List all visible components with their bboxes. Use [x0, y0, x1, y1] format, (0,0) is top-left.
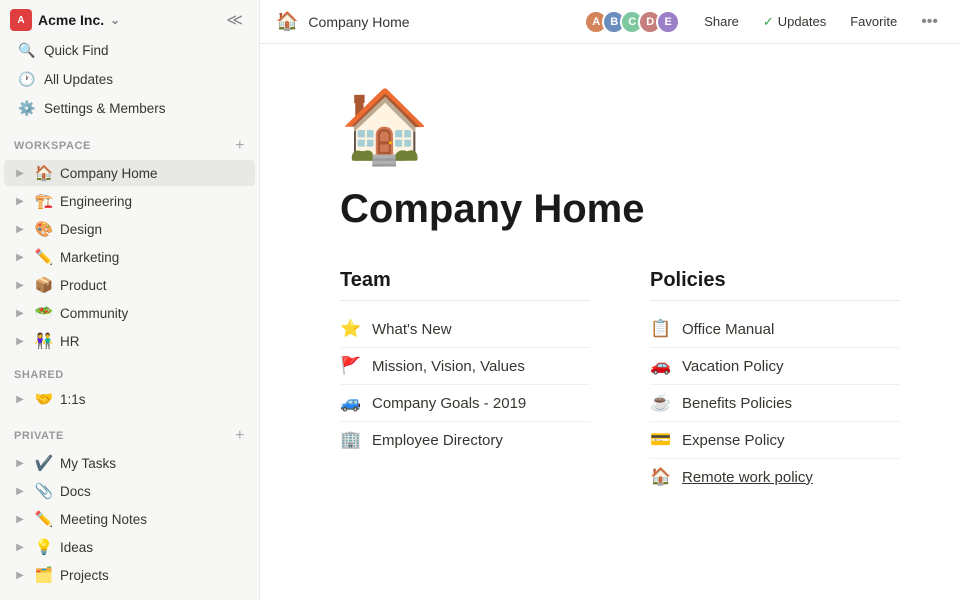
- list-item[interactable]: ☕ Benefits Policies: [650, 385, 900, 422]
- search-icon: 🔍: [18, 42, 36, 59]
- sidebar-item-my-tasks[interactable]: ▶ ✔️ My Tasks: [4, 450, 255, 476]
- coffee-icon: ☕: [650, 393, 672, 413]
- quick-find-button[interactable]: 🔍 Quick Find: [6, 37, 253, 64]
- workspace-logo: A: [10, 9, 32, 31]
- star-icon: ⭐: [340, 319, 362, 339]
- list-item[interactable]: 🏢 Employee Directory: [340, 422, 590, 458]
- list-item[interactable]: 🚗 Vacation Policy: [650, 348, 900, 385]
- favorite-button[interactable]: Favorite: [844, 11, 903, 32]
- gear-icon: ⚙️: [18, 100, 36, 117]
- chevron-right-icon: ▶: [12, 570, 28, 581]
- share-button[interactable]: Share: [698, 11, 745, 32]
- creditcard-icon: 💳: [650, 430, 672, 450]
- office-manual-link[interactable]: Office Manual: [682, 321, 774, 338]
- team-list: ⭐ What's New 🚩 Mission, Vision, Values 🚙…: [340, 311, 590, 458]
- updates-button[interactable]: ✓ Updates: [757, 11, 832, 33]
- sidebar-item-marketing[interactable]: ▶ ✏️ Marketing: [4, 244, 255, 270]
- chevron-right-icon: ▶: [12, 514, 28, 525]
- sidebar: A Acme Inc. ⌄ ≪ 🔍 Quick Find 🕐 All Updat…: [0, 0, 260, 600]
- page-header-title: Company Home: [308, 14, 580, 30]
- more-options-button[interactable]: •••: [915, 10, 944, 34]
- page-title: Company Home: [340, 185, 900, 233]
- collaborator-avatars: A B C D E: [590, 10, 680, 34]
- clock-icon: 🕐: [18, 71, 36, 88]
- mission-link[interactable]: Mission, Vision, Values: [372, 358, 525, 375]
- list-item[interactable]: 🚩 Mission, Vision, Values: [340, 348, 590, 385]
- employee-directory-link[interactable]: Employee Directory: [372, 432, 503, 449]
- sidebar-item-design[interactable]: ▶ 🎨 Design: [4, 216, 255, 242]
- list-item[interactable]: ⭐ What's New: [340, 311, 590, 348]
- settings-button[interactable]: ⚙️ Settings & Members: [6, 95, 253, 122]
- sidebar-item-company-home[interactable]: ▶ 🏠 Company Home: [4, 160, 255, 186]
- sidebar-item-engineering[interactable]: ▶ 🏗️ Engineering: [4, 188, 255, 214]
- sidebar-item-hr[interactable]: ▶ 👫 HR: [4, 328, 255, 354]
- header-actions: Share ✓ Updates Favorite •••: [698, 10, 944, 34]
- chevron-right-icon: ▶: [12, 196, 28, 207]
- workspace-section-label: WORKSPACE +: [0, 123, 259, 159]
- avatar: E: [656, 10, 680, 34]
- team-section: Team ⭐ What's New 🚩 Mission, Vision, Val…: [340, 269, 590, 495]
- chevron-right-icon: ▶: [12, 458, 28, 469]
- benefits-policies-link[interactable]: Benefits Policies: [682, 395, 792, 412]
- sidebar-item-product[interactable]: ▶ 📦 Product: [4, 272, 255, 298]
- vacation-policy-link[interactable]: Vacation Policy: [682, 358, 783, 375]
- collapse-sidebar-button[interactable]: ≪: [220, 8, 249, 32]
- check-icon: ✓: [763, 14, 774, 30]
- sidebar-item-docs[interactable]: ▶ 📎 Docs: [4, 478, 255, 504]
- expense-policy-link[interactable]: Expense Policy: [682, 432, 785, 449]
- chevron-right-icon: ▶: [12, 336, 28, 347]
- chevron-right-icon: ▶: [12, 252, 28, 263]
- policies-list: 📋 Office Manual 🚗 Vacation Policy ☕ Bene…: [650, 311, 900, 495]
- sidebar-header: A Acme Inc. ⌄ ≪: [0, 0, 259, 36]
- clipboard-icon: 📋: [650, 319, 672, 339]
- flag-icon: 🚩: [340, 356, 362, 376]
- chevron-right-icon: ▶: [12, 486, 28, 497]
- all-updates-button[interactable]: 🕐 All Updates: [6, 66, 253, 93]
- list-item[interactable]: 🏠 Remote work policy: [650, 459, 900, 495]
- list-item[interactable]: 💳 Expense Policy: [650, 422, 900, 459]
- page-header-icon: 🏠: [276, 11, 298, 32]
- page-body: 🏠 Company Home Team ⭐ What's New 🚩 Missi…: [260, 44, 960, 600]
- team-heading: Team: [340, 269, 590, 301]
- add-private-item-button[interactable]: +: [235, 427, 245, 445]
- sidebar-item-community[interactable]: ▶ 🥗 Community: [4, 300, 255, 326]
- page-header: 🏠 Company Home A B C D E Share ✓ Updates…: [260, 0, 960, 44]
- workspace-chevron-icon: ⌄: [110, 13, 120, 27]
- private-section-label: PRIVATE +: [0, 413, 259, 449]
- list-item[interactable]: 🚙 Company Goals - 2019: [340, 385, 590, 422]
- house2-icon: 🏠: [650, 467, 672, 487]
- chevron-right-icon: ▶: [12, 168, 28, 179]
- policies-heading: Policies: [650, 269, 900, 301]
- chevron-right-icon: ▶: [12, 280, 28, 291]
- shared-section-label: SHARED: [0, 355, 259, 385]
- building-icon: 🏢: [340, 430, 362, 450]
- ellipsis-icon: •••: [921, 13, 938, 31]
- workspace-name[interactable]: A Acme Inc. ⌄: [10, 9, 120, 31]
- chevron-right-icon: ▶: [12, 308, 28, 319]
- content-grid: Team ⭐ What's New 🚩 Mission, Vision, Val…: [340, 269, 900, 495]
- company-goals-link[interactable]: Company Goals - 2019: [372, 395, 526, 412]
- policies-section: Policies 📋 Office Manual 🚗 Vacation Poli…: [650, 269, 900, 495]
- main-content: 🏠 Company Home A B C D E Share ✓ Updates…: [260, 0, 960, 600]
- page-cover-icon: 🏠: [340, 84, 900, 169]
- sidebar-item-meeting-notes[interactable]: ▶ ✏️ Meeting Notes: [4, 506, 255, 532]
- sidebar-item-projects[interactable]: ▶ 🗂️ Projects: [4, 562, 255, 588]
- chevron-right-icon: ▶: [12, 542, 28, 553]
- sidebar-item-1on1s[interactable]: ▶ 🤝 1:1s: [4, 386, 255, 412]
- chevron-right-icon: ▶: [12, 224, 28, 235]
- car-icon: 🚙: [340, 393, 362, 413]
- list-item[interactable]: 📋 Office Manual: [650, 311, 900, 348]
- add-workspace-item-button[interactable]: +: [235, 137, 245, 155]
- chevron-right-icon: ▶: [12, 394, 28, 405]
- sidebar-item-ideas[interactable]: ▶ 💡 Ideas: [4, 534, 255, 560]
- car2-icon: 🚗: [650, 356, 672, 376]
- remote-work-link[interactable]: Remote work policy: [682, 469, 813, 486]
- whats-new-link[interactable]: What's New: [372, 321, 452, 338]
